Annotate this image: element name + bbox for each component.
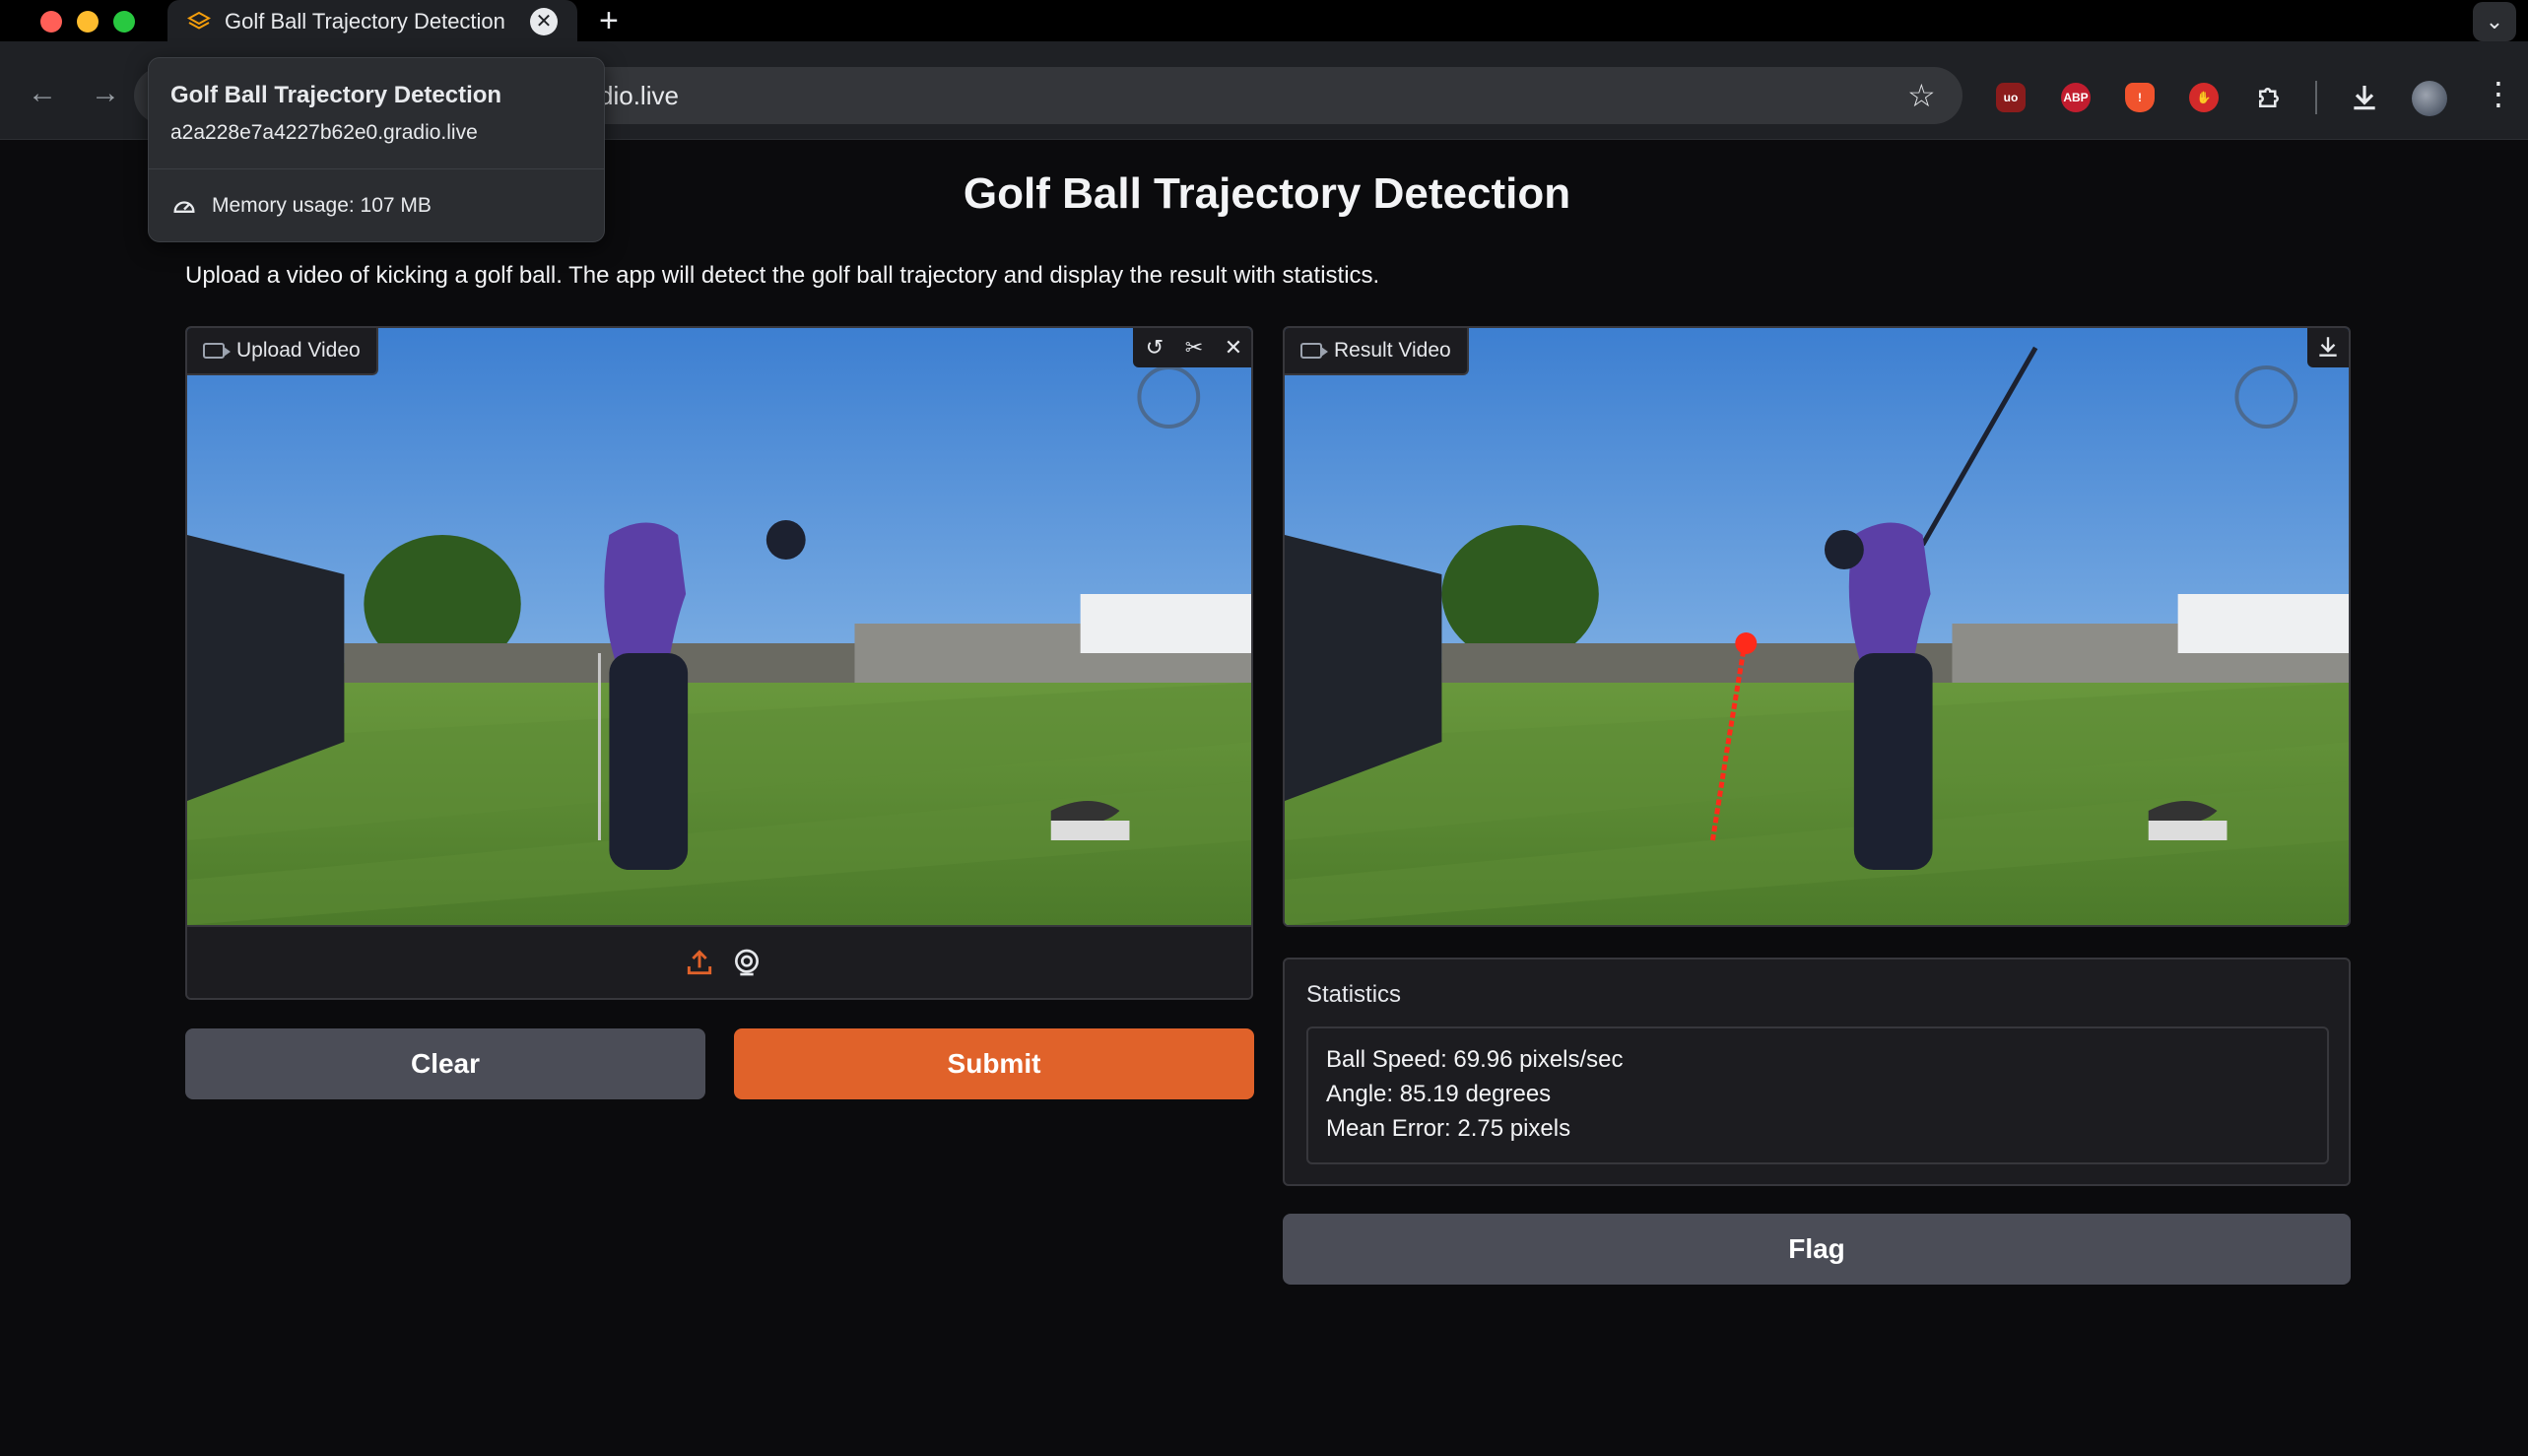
adblock-extension-icon[interactable]: ABP	[2061, 83, 2091, 112]
maximize-window-button[interactable]	[113, 11, 135, 33]
minimize-window-button[interactable]	[77, 11, 99, 33]
forward-arrow-icon[interactable]: →	[91, 77, 120, 110]
url-text: dio.live	[599, 81, 679, 110]
upload-icon[interactable]	[684, 947, 715, 978]
result-toolbar	[2307, 328, 2349, 367]
statistics-textbox[interactable]: Ball Speed: 69.96 pixels/sec Angle: 85.1…	[1306, 1026, 2329, 1164]
result-video-label: Result Video	[1285, 328, 1469, 375]
clear-button[interactable]: Clear	[185, 1028, 705, 1099]
video-source-bar	[187, 925, 1251, 998]
ublock-extension-icon[interactable]: uo	[1996, 83, 2026, 112]
puzzle-extensions-icon[interactable]	[2254, 83, 2284, 112]
kebab-menu-icon[interactable]: ⋮	[2483, 75, 2514, 112]
tab-search-chevron-icon[interactable]: ⌄	[2473, 2, 2516, 41]
upload-video-panel: Upload Video ↺ ✂ ✕	[185, 326, 1253, 1000]
hovercard-url: a2a228e7a4227b62e0.gradio.live	[170, 121, 478, 144]
tab-close-icon[interactable]: ✕	[530, 8, 558, 35]
page-description: Upload a video of kicking a golf ball. T…	[185, 262, 1380, 289]
hovercard-title: Golf Ball Trajectory Detection	[170, 82, 502, 108]
close-window-button[interactable]	[40, 11, 62, 33]
ball-speed-stat: Ball Speed: 69.96 pixels/sec	[1326, 1046, 1624, 1073]
undo-icon[interactable]: ↺	[1137, 330, 1172, 365]
back-arrow-icon[interactable]: ←	[28, 77, 57, 110]
result-video-player[interactable]	[1285, 328, 2349, 925]
browser-tab-bar: Golf Ball Trajectory Detection ✕ + ⌄	[0, 0, 2528, 43]
memory-gauge-icon	[173, 201, 195, 213]
upload-video-label: Upload Video	[187, 328, 378, 375]
upload-video-player[interactable]	[187, 328, 1251, 925]
video-camera-icon	[1300, 343, 1328, 359]
bookmark-star-icon[interactable]: ☆	[1907, 77, 1936, 114]
result-video-panel: Result Video	[1283, 326, 2351, 927]
mean-error-stat: Mean Error: 2.75 pixels	[1326, 1115, 1571, 1142]
new-tab-icon[interactable]: +	[599, 2, 619, 40]
hovercard-divider	[149, 168, 604, 169]
browser-tab-active[interactable]: Golf Ball Trajectory Detection ✕	[167, 0, 577, 43]
video-camera-icon	[203, 343, 231, 359]
profile-avatar[interactable]	[2412, 81, 2447, 116]
brave-shield-extension-icon[interactable]: !	[2125, 83, 2155, 112]
gradio-favicon-icon	[187, 11, 211, 30]
angle-stat: Angle: 85.19 degrees	[1326, 1081, 1552, 1107]
flag-button[interactable]: Flag	[1283, 1214, 2351, 1285]
scissors-trim-icon[interactable]: ✂	[1176, 330, 1212, 365]
tab-title: Golf Ball Trajectory Detection	[225, 9, 505, 33]
submit-button[interactable]: Submit	[734, 1028, 1254, 1099]
webcam-icon[interactable]	[731, 947, 763, 978]
tab-hover-card: Golf Ball Trajectory Detection a2a228e7a…	[148, 57, 605, 242]
hand-extension-icon[interactable]: ✋	[2189, 83, 2219, 112]
statistics-panel: Statistics Ball Speed: 69.96 pixels/sec …	[1283, 958, 2351, 1186]
hovercard-memory: Memory usage: 107 MB	[212, 194, 432, 217]
video-toolbar: ↺ ✂ ✕	[1133, 328, 1251, 367]
download-icon[interactable]	[2349, 81, 2380, 114]
close-icon[interactable]: ✕	[1216, 330, 1251, 365]
statistics-label: Statistics	[1306, 981, 1402, 1008]
toolbar-divider	[2315, 81, 2317, 114]
download-icon[interactable]	[2315, 334, 2341, 360]
ball-position-marker	[1735, 632, 1758, 654]
